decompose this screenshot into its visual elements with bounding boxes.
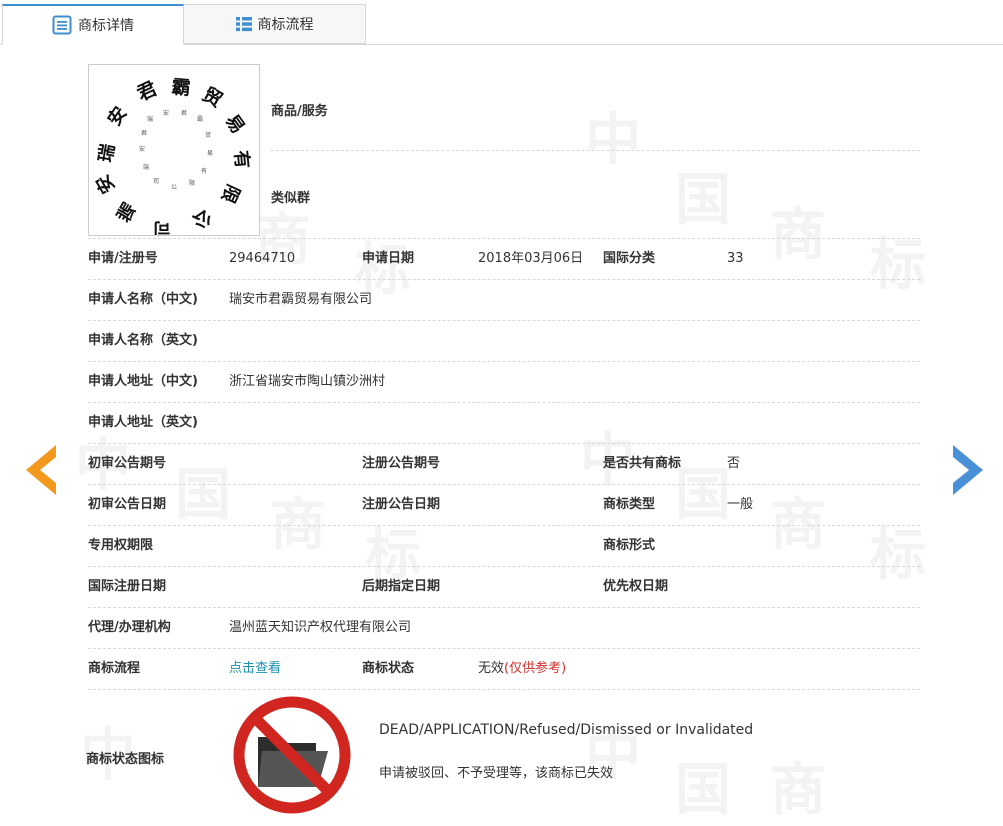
svg-text:易: 易 <box>221 111 249 138</box>
type-label: 商标类型 <box>603 497 656 512</box>
agent-value: 温州蓝天知识产权代理有限公司 <box>229 620 412 635</box>
trademark-image: 瑞 安 君 霸 贸 易 有 限 公 司 端 安 瑞安君 霸贸易 有限公 司端安 … <box>88 64 260 239</box>
svg-text:限: 限 <box>189 179 195 187</box>
detail-table: 申请/注册号 29464710 申请日期 2018年03月06日 国际分类 33… <box>86 238 920 819</box>
intl-class-value: 33 <box>727 251 744 266</box>
status-icon-row: 商标状态图标 DEAD/APPLICATION/Refused/Dismisse… <box>86 690 920 819</box>
tab-label: 商标详情 <box>78 18 134 34</box>
svg-text:易: 易 <box>207 150 213 157</box>
detail-row: 申请人地址（中文) 浙江省瑞安市陶山镇沙洲村 <box>88 362 920 403</box>
tab-trademark-details[interactable]: 商标详情 <box>2 4 184 45</box>
reg-no-label: 申请/注册号 <box>88 251 158 266</box>
next-button[interactable] <box>947 443 987 497</box>
svg-text:霸: 霸 <box>171 76 192 100</box>
document-list-icon <box>52 15 72 35</box>
app-date-value: 2018年03月06日 <box>478 251 584 266</box>
shared-label: 是否共有商标 <box>603 456 682 471</box>
detail-row: 申请人名称（英文) <box>88 321 920 362</box>
svg-text:公: 公 <box>171 184 177 191</box>
svg-text:君: 君 <box>181 110 187 117</box>
priority-date-label: 优先权日期 <box>603 579 669 594</box>
prev-button[interactable] <box>22 443 62 497</box>
chevron-left-icon <box>26 445 56 495</box>
svg-text:公: 公 <box>189 205 215 232</box>
svg-text:司: 司 <box>153 178 159 185</box>
svg-text:君: 君 <box>134 78 161 106</box>
address-cn-value: 浙江省瑞安市陶山镇沙洲村 <box>229 374 386 389</box>
reg-notice-date-label: 注册公告日期 <box>362 497 441 512</box>
status-en-text: DEAD/APPLICATION/Refused/Dismissed or In… <box>379 722 754 738</box>
address-en-label: 申请人地址（英文) <box>88 415 198 430</box>
svg-text:端: 端 <box>143 163 149 171</box>
shared-value: 否 <box>727 456 741 471</box>
intl-class-label: 国际分类 <box>603 251 656 266</box>
detail-row: 商标流程 点击查看 商标状态 无效(仅供参考) <box>88 649 920 690</box>
exclusive-term-label: 专用权期限 <box>88 538 154 553</box>
svg-text:有: 有 <box>201 167 207 175</box>
dead-folder-icon <box>232 695 352 819</box>
intl-reg-date-label: 国际注册日期 <box>88 579 167 594</box>
app-date-label: 申请日期 <box>362 251 415 266</box>
svg-text:安: 安 <box>103 103 131 130</box>
status-text: 无效 <box>478 661 505 676</box>
detail-row: 国际注册日期 后期指定日期 优先权日期 <box>88 567 920 608</box>
calligraphy-circular-logo: 瑞 安 君 霸 贸 易 有 限 公 司 端 安 瑞安君 霸贸易 有限公 司端安 … <box>91 76 253 239</box>
status-reference-note: (仅供参考) <box>504 661 567 676</box>
detail-row: 申请/注册号 29464710 申请日期 2018年03月06日 国际分类 33 <box>88 238 920 280</box>
detail-row: 申请人名称（中文) 瑞安市君霸贸易有限公司 <box>88 280 920 321</box>
svg-text:贸: 贸 <box>199 82 227 111</box>
reg-no-value: 29464710 <box>229 251 296 266</box>
svg-text:端: 端 <box>113 198 139 225</box>
svg-text:君: 君 <box>141 130 147 137</box>
chevron-right-icon <box>953 445 983 495</box>
process-label: 商标流程 <box>88 661 141 676</box>
later-designation-label: 后期指定日期 <box>362 579 441 594</box>
prelim-date-label: 初审公告日期 <box>88 497 167 512</box>
svg-text:安: 安 <box>139 145 145 153</box>
grid-list-icon <box>235 17 252 32</box>
divider <box>271 150 920 151</box>
svg-text:安: 安 <box>91 171 119 198</box>
address-cn-label: 申请人地址（中文) <box>88 374 198 389</box>
svg-text:安: 安 <box>163 109 169 117</box>
detail-row: 初审公告期号 注册公告期号 是否共有商标 否 <box>88 444 920 485</box>
view-process-link[interactable]: 点击查看 <box>229 649 281 689</box>
form-label: 商标形式 <box>603 538 656 553</box>
svg-text:有: 有 <box>230 150 253 170</box>
svg-text:限: 限 <box>216 181 243 207</box>
detail-row: 申请人地址（英文) <box>88 403 920 444</box>
svg-text:瑞: 瑞 <box>147 115 153 123</box>
applicant-cn-label: 申请人名称（中文) <box>88 292 198 307</box>
tab-trademark-process[interactable]: 商标流程 <box>184 4 366 44</box>
reg-notice-no-label: 注册公告期号 <box>362 456 441 471</box>
detail-row: 专用权期限 商标形式 <box>88 526 920 567</box>
applicant-en-label: 申请人名称（英文) <box>88 333 198 348</box>
applicant-cn-value: 瑞安市君霸贸易有限公司 <box>229 292 373 307</box>
status-label: 商标状态 <box>362 661 415 676</box>
tab-label: 商标流程 <box>257 17 314 33</box>
goods-services-label: 商品/服务 <box>271 104 328 119</box>
svg-text:瑞: 瑞 <box>95 142 119 163</box>
status-icon-label: 商标状态图标 <box>86 752 165 767</box>
status-value: 无效(仅供参考) <box>478 649 566 689</box>
detail-row: 初审公告日期 注册公告日期 商标类型 一般 <box>88 485 920 526</box>
agent-label: 代理/办理机构 <box>88 620 171 635</box>
status-zh-text: 申请被驳回、不予受理等，该商标已失效 <box>379 766 614 781</box>
svg-text:司: 司 <box>153 218 171 235</box>
prelim-no-label: 初审公告期号 <box>88 456 167 471</box>
detail-row: 代理/办理机构 温州蓝天知识产权代理有限公司 <box>88 608 920 649</box>
svg-text:贸: 贸 <box>205 131 211 139</box>
similar-group-label: 类似群 <box>271 191 311 206</box>
svg-text:霸: 霸 <box>197 116 203 123</box>
tab-bar: 商标详情 商标流程 <box>0 0 1003 45</box>
type-value: 一般 <box>727 497 754 512</box>
